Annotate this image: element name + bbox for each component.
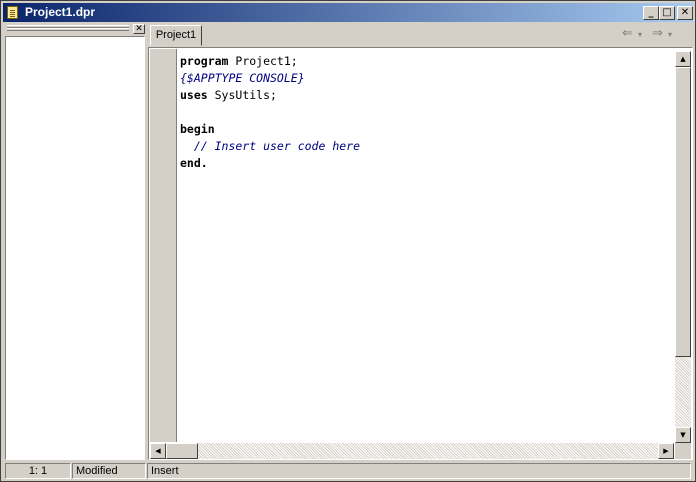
- code-line-6: // Insert user code here: [180, 139, 361, 153]
- insert-mode-indicator: Insert: [147, 463, 691, 479]
- back-arrow-icon[interactable]: ⇐: [622, 26, 633, 41]
- forward-dropdown-icon[interactable]: ▾: [668, 30, 672, 39]
- code-text-segment: SysUtils;: [207, 88, 277, 102]
- scroll-down-icon[interactable]: ▼: [675, 427, 691, 443]
- tab-bar: Project1 ⇐ ▾ ⇒ ▾: [148, 24, 693, 46]
- code-text-segment: Project1;: [228, 54, 298, 68]
- code-line-7: end.: [180, 156, 208, 170]
- explorer-pane: ✕: [5, 24, 145, 460]
- scroll-corner: [675, 443, 691, 459]
- forward-arrow-icon[interactable]: ⇒: [652, 26, 663, 41]
- code-line-2: {$APPTYPE CONSOLE}: [180, 71, 305, 85]
- title-bar[interactable]: Project1.dpr _ □ ✕: [3, 3, 693, 22]
- status-bar: 1: 1 Modified Insert: [3, 462, 693, 480]
- editor-gutter[interactable]: [150, 49, 177, 442]
- pane-close-icon[interactable]: ✕: [133, 24, 145, 34]
- vertical-scroll-thumb[interactable]: [675, 67, 691, 357]
- keyword: uses: [180, 88, 208, 102]
- back-dropdown-icon[interactable]: ▾: [638, 30, 642, 39]
- horizontal-scroll-thumb[interactable]: [166, 443, 198, 459]
- modified-indicator: Modified: [72, 463, 146, 479]
- scroll-right-icon[interactable]: ▶: [658, 443, 674, 459]
- document-icon: [7, 6, 18, 19]
- minimize-button[interactable]: _: [643, 6, 659, 20]
- pane-grip[interactable]: [5, 24, 131, 32]
- code-line-3: uses SysUtils;: [180, 87, 360, 104]
- close-button[interactable]: ✕: [677, 6, 693, 20]
- code-text[interactable]: program Project1; {$APPTYPE CONSOLE} uses …: [180, 53, 360, 172]
- scroll-left-icon[interactable]: ◀: [150, 443, 166, 459]
- horizontal-scrollbar[interactable]: ◀ ▶: [150, 443, 674, 459]
- navigation-buttons: ⇐ ▾ ⇒ ▾: [616, 26, 676, 44]
- keyword: program: [180, 54, 229, 68]
- editor-window: Project1.dpr _ □ ✕ ✕ Project1 ⇐ ▾ ⇒ ▾ pr…: [0, 0, 696, 482]
- window-title: Project1.dpr: [25, 5, 96, 19]
- code-line-5: begin: [180, 122, 215, 136]
- maximize-button[interactable]: □: [659, 6, 675, 20]
- code-editor[interactable]: program Project1; {$APPTYPE CONSOLE} uses …: [148, 47, 693, 460]
- cursor-position: 1: 1: [5, 463, 71, 479]
- tab-project1[interactable]: Project1: [150, 25, 202, 46]
- code-explorer-tree[interactable]: [5, 36, 145, 460]
- vertical-scrollbar[interactable]: ▲ ▼: [675, 51, 691, 443]
- scroll-up-icon[interactable]: ▲: [675, 51, 691, 67]
- code-line-1: program Project1;: [180, 53, 360, 70]
